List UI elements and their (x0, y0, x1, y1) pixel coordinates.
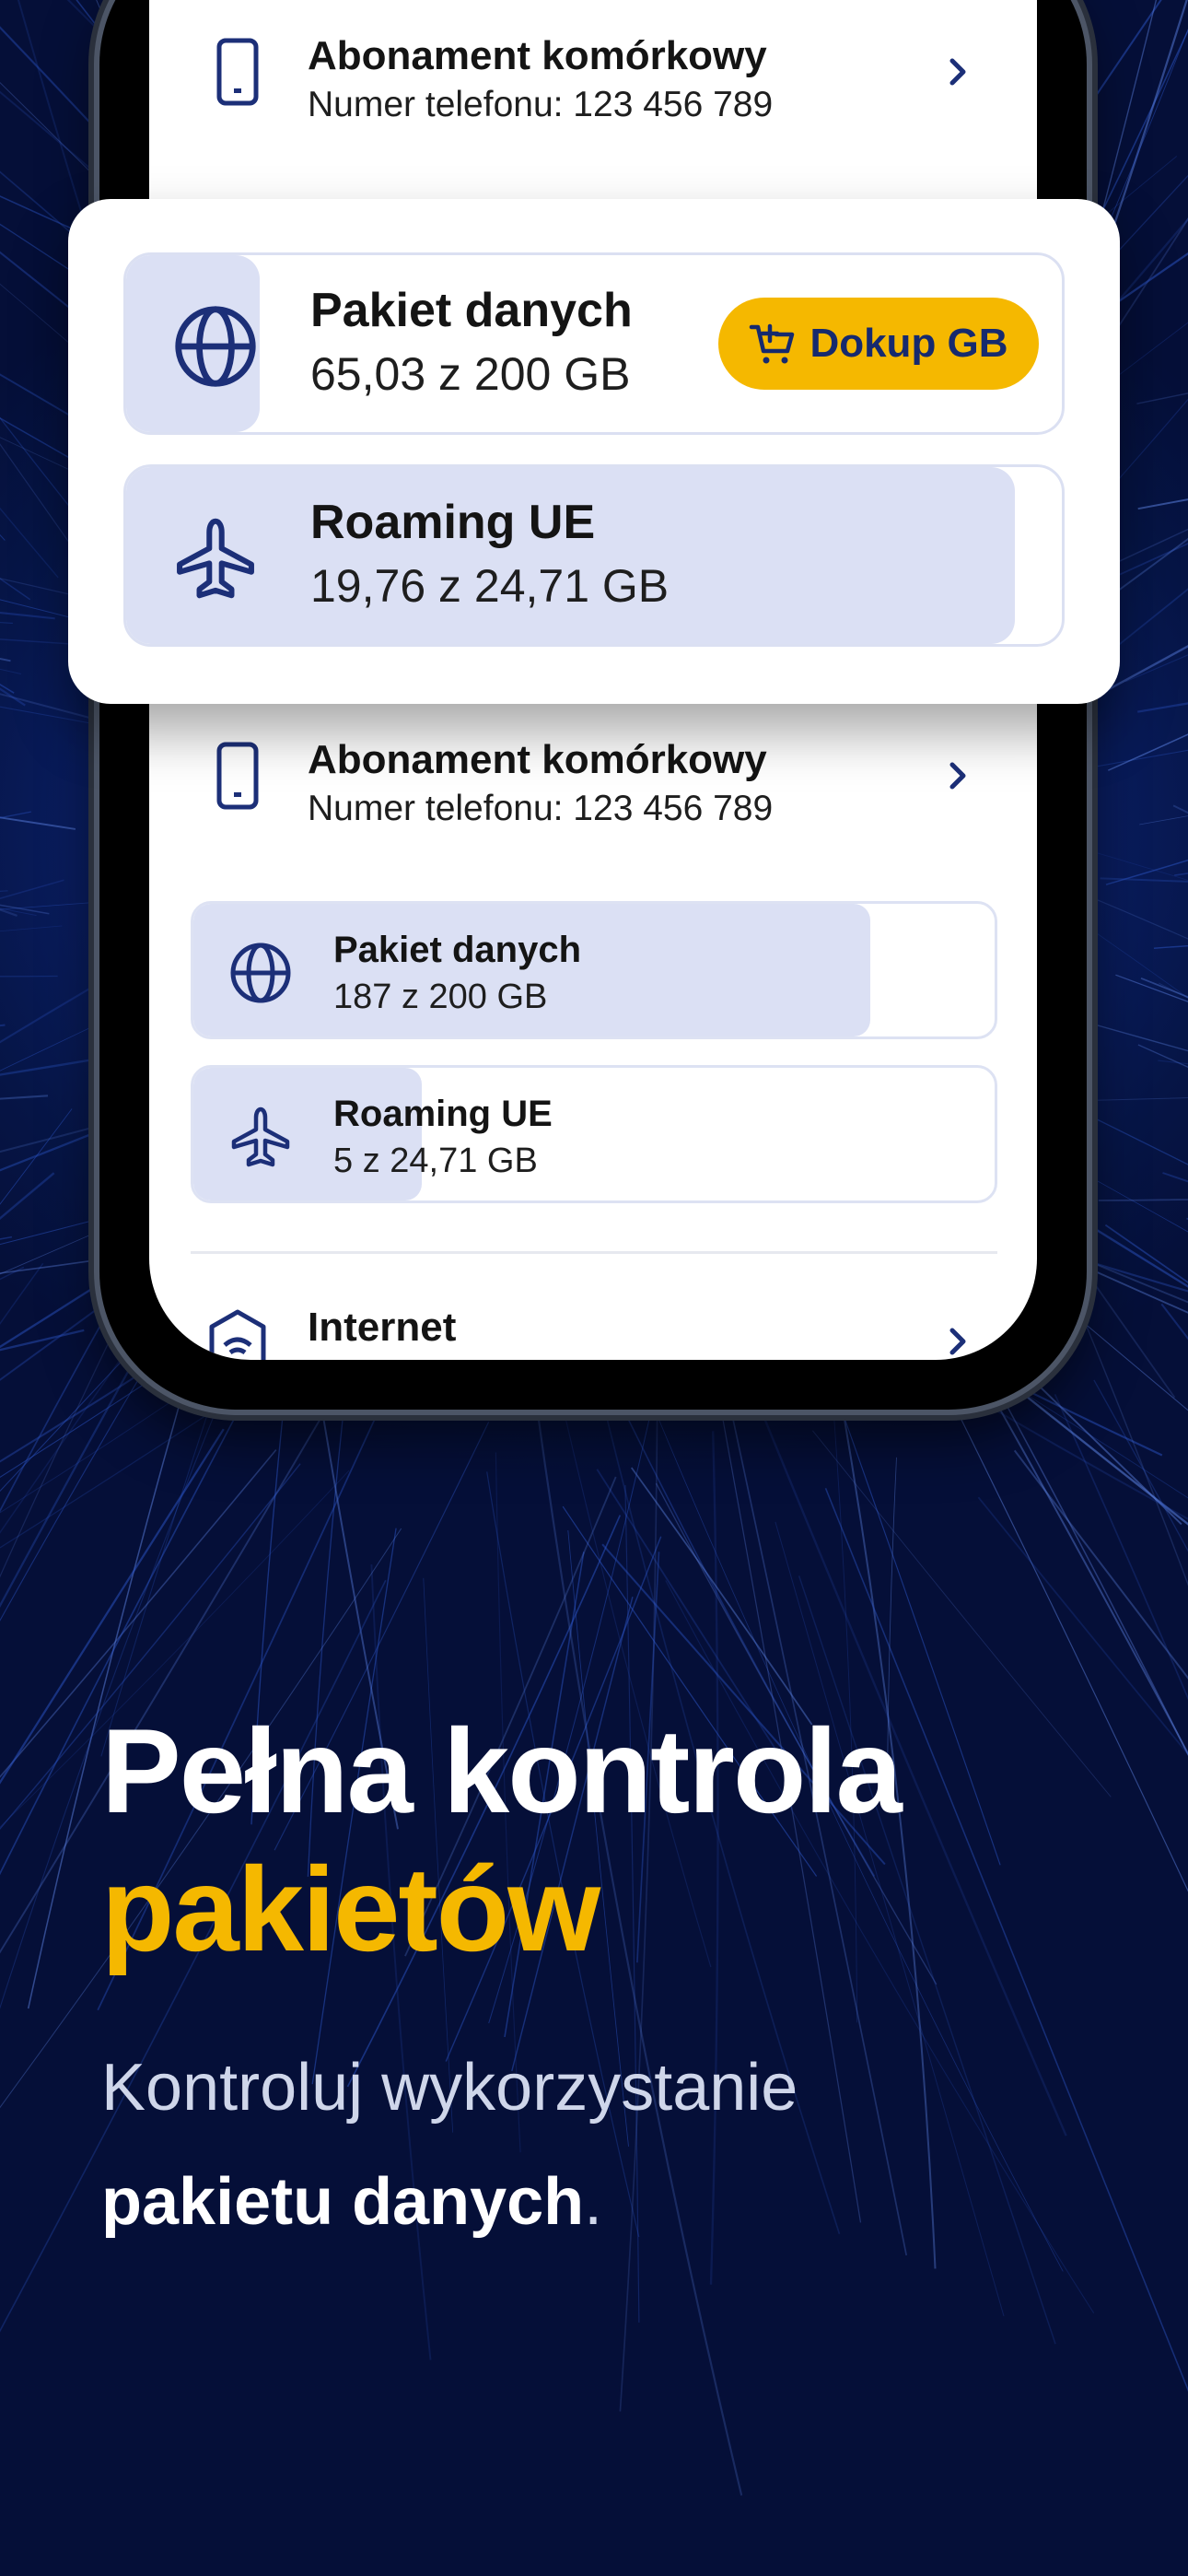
cart-plus-icon (750, 323, 795, 364)
divider (191, 1251, 997, 1254)
package-title: Roaming UE (333, 1094, 553, 1134)
phone-icon (216, 742, 259, 810)
globe-icon (230, 943, 291, 1003)
chevron-right-icon[interactable] (941, 1325, 974, 1358)
lead-period: . (584, 2164, 603, 2239)
package-usage: 65,03 z 200 GB (310, 348, 631, 400)
subscription-title: Abonament komórkowy (308, 737, 767, 782)
internet-title: Internet (308, 1305, 457, 1350)
globe-icon (175, 306, 256, 387)
package-title: Pakiet danych (333, 930, 582, 970)
card-roaming-package[interactable]: Roaming UE 19,76 z 24,71 GB (123, 464, 1065, 647)
headline: Pełna kontrola pakietów (101, 1703, 903, 1978)
package-title: Pakiet danych (310, 284, 633, 337)
phone-number: Numer telefonu: 123 456 789 (308, 85, 774, 124)
package-roaming-item[interactable]: Roaming UE 5 z 24,71 GB (191, 1065, 997, 1203)
lead-bold: pakietu danych (101, 2164, 585, 2239)
subscription-title: Abonament komórkowy (308, 33, 767, 78)
plane-icon (231, 1107, 290, 1167)
headline-line-2: pakietów (101, 1841, 600, 1976)
topup-button[interactable]: Dokup GB (718, 298, 1039, 390)
package-usage: 5 z 24,71 GB (333, 1142, 538, 1180)
package-usage: 19,76 z 24,71 GB (310, 560, 670, 612)
subscription-row-2[interactable]: Abonament komórkowy Numer telefonu: 123 … (149, 704, 1037, 842)
package-title: Roaming UE (310, 496, 596, 549)
package-usage: 187 z 200 GB (333, 978, 548, 1016)
subscription-row-1[interactable]: Abonament komórkowy Numer telefonu: 123 … (149, 0, 1037, 138)
plane-icon (177, 518, 254, 599)
usage-fill (126, 467, 1016, 644)
lead-line-1: Kontroluj wykorzystanie (101, 2051, 798, 2125)
package-data-item[interactable]: Pakiet danych 187 z 200 GB (191, 901, 997, 1039)
internet-row[interactable]: Internet (149, 1262, 1037, 1360)
topup-label: Dokup GB (809, 321, 1008, 366)
phone-number: Numer telefonu: 123 456 789 (308, 789, 774, 828)
card-data-package[interactable]: Pakiet danych 65,03 z 200 GB Dokup GB (123, 252, 1065, 435)
lead-text: Kontroluj wykorzystanie pakietu danych. (101, 2032, 798, 2260)
router-icon (209, 1309, 266, 1360)
chevron-right-icon[interactable] (941, 55, 974, 88)
headline-line-1: Pełna kontrola (101, 1704, 903, 1838)
chevron-right-icon[interactable] (941, 759, 974, 792)
phone-icon (216, 38, 259, 106)
packages-card: Pakiet danych 65,03 z 200 GB Dokup GB Ro… (68, 199, 1120, 704)
